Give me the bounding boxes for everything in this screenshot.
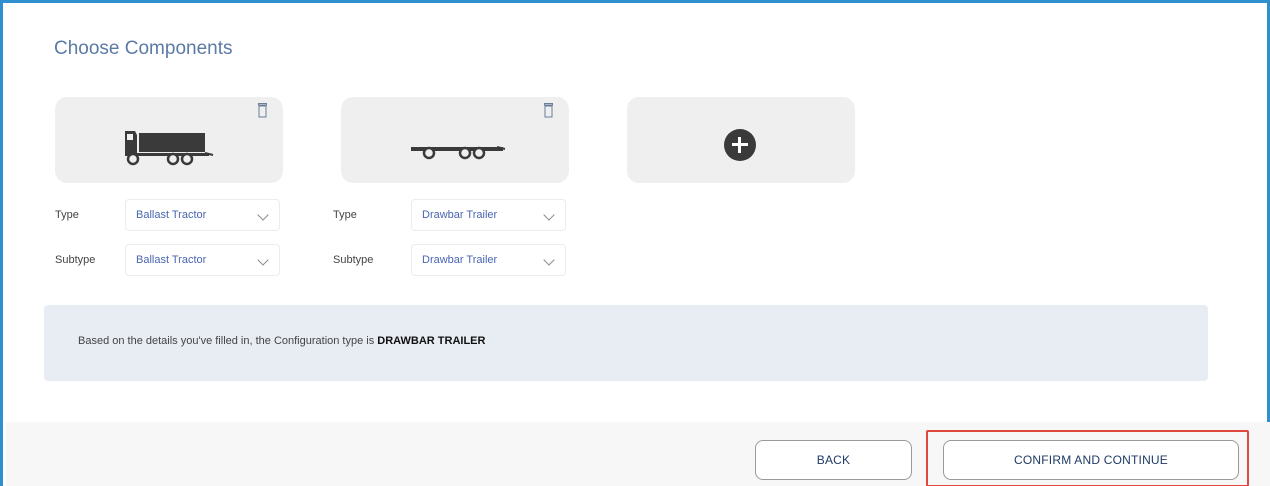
chevron-down-icon [257, 254, 269, 266]
chevron-down-icon [543, 254, 555, 266]
type-label: Type [333, 209, 357, 221]
configuration-info-banner: Based on the details you've filled in, t… [44, 305, 1208, 381]
page-frame: Choose Components Type Ballast Tractor S… [0, 0, 1270, 486]
chevron-down-icon [257, 209, 269, 221]
confirm-and-continue-button[interactable]: CONFIRM AND CONTINUE [943, 440, 1239, 480]
configuration-info-text: Based on the details you've filled in, t… [78, 335, 485, 347]
plus-circle-icon[interactable] [724, 129, 756, 161]
subtype-label: Subtype [333, 254, 374, 266]
configuration-type: DRAWBAR TRAILER [377, 335, 486, 347]
info-prefix: Based on the details you've filled in, t… [78, 335, 378, 347]
add-component-card[interactable] [627, 97, 855, 183]
subtype-select-value: Drawbar Trailer [422, 254, 498, 266]
component-card-drawbar-trailer[interactable] [341, 97, 569, 183]
drawbar-trailer-icon [411, 146, 506, 160]
subtype-label: Subtype [55, 254, 96, 266]
trash-icon[interactable] [544, 103, 553, 118]
back-button[interactable]: BACK [755, 440, 912, 480]
type-select-2[interactable]: Drawbar Trailer [411, 199, 566, 231]
type-label: Type [55, 209, 79, 221]
component-card-ballast-tractor[interactable] [55, 97, 283, 183]
chevron-down-icon [543, 209, 555, 221]
subtype-select-2[interactable]: Drawbar Trailer [411, 244, 566, 276]
page-title: Choose Components [54, 38, 233, 59]
type-select-value: Ballast Tractor [136, 209, 207, 221]
type-select-1[interactable]: Ballast Tractor [125, 199, 280, 231]
type-select-value: Drawbar Trailer [422, 209, 498, 221]
subtype-select-value: Ballast Tractor [136, 254, 207, 266]
trash-icon[interactable] [258, 103, 267, 118]
ballast-tractor-icon [125, 131, 214, 166]
subtype-select-1[interactable]: Ballast Tractor [125, 244, 280, 276]
